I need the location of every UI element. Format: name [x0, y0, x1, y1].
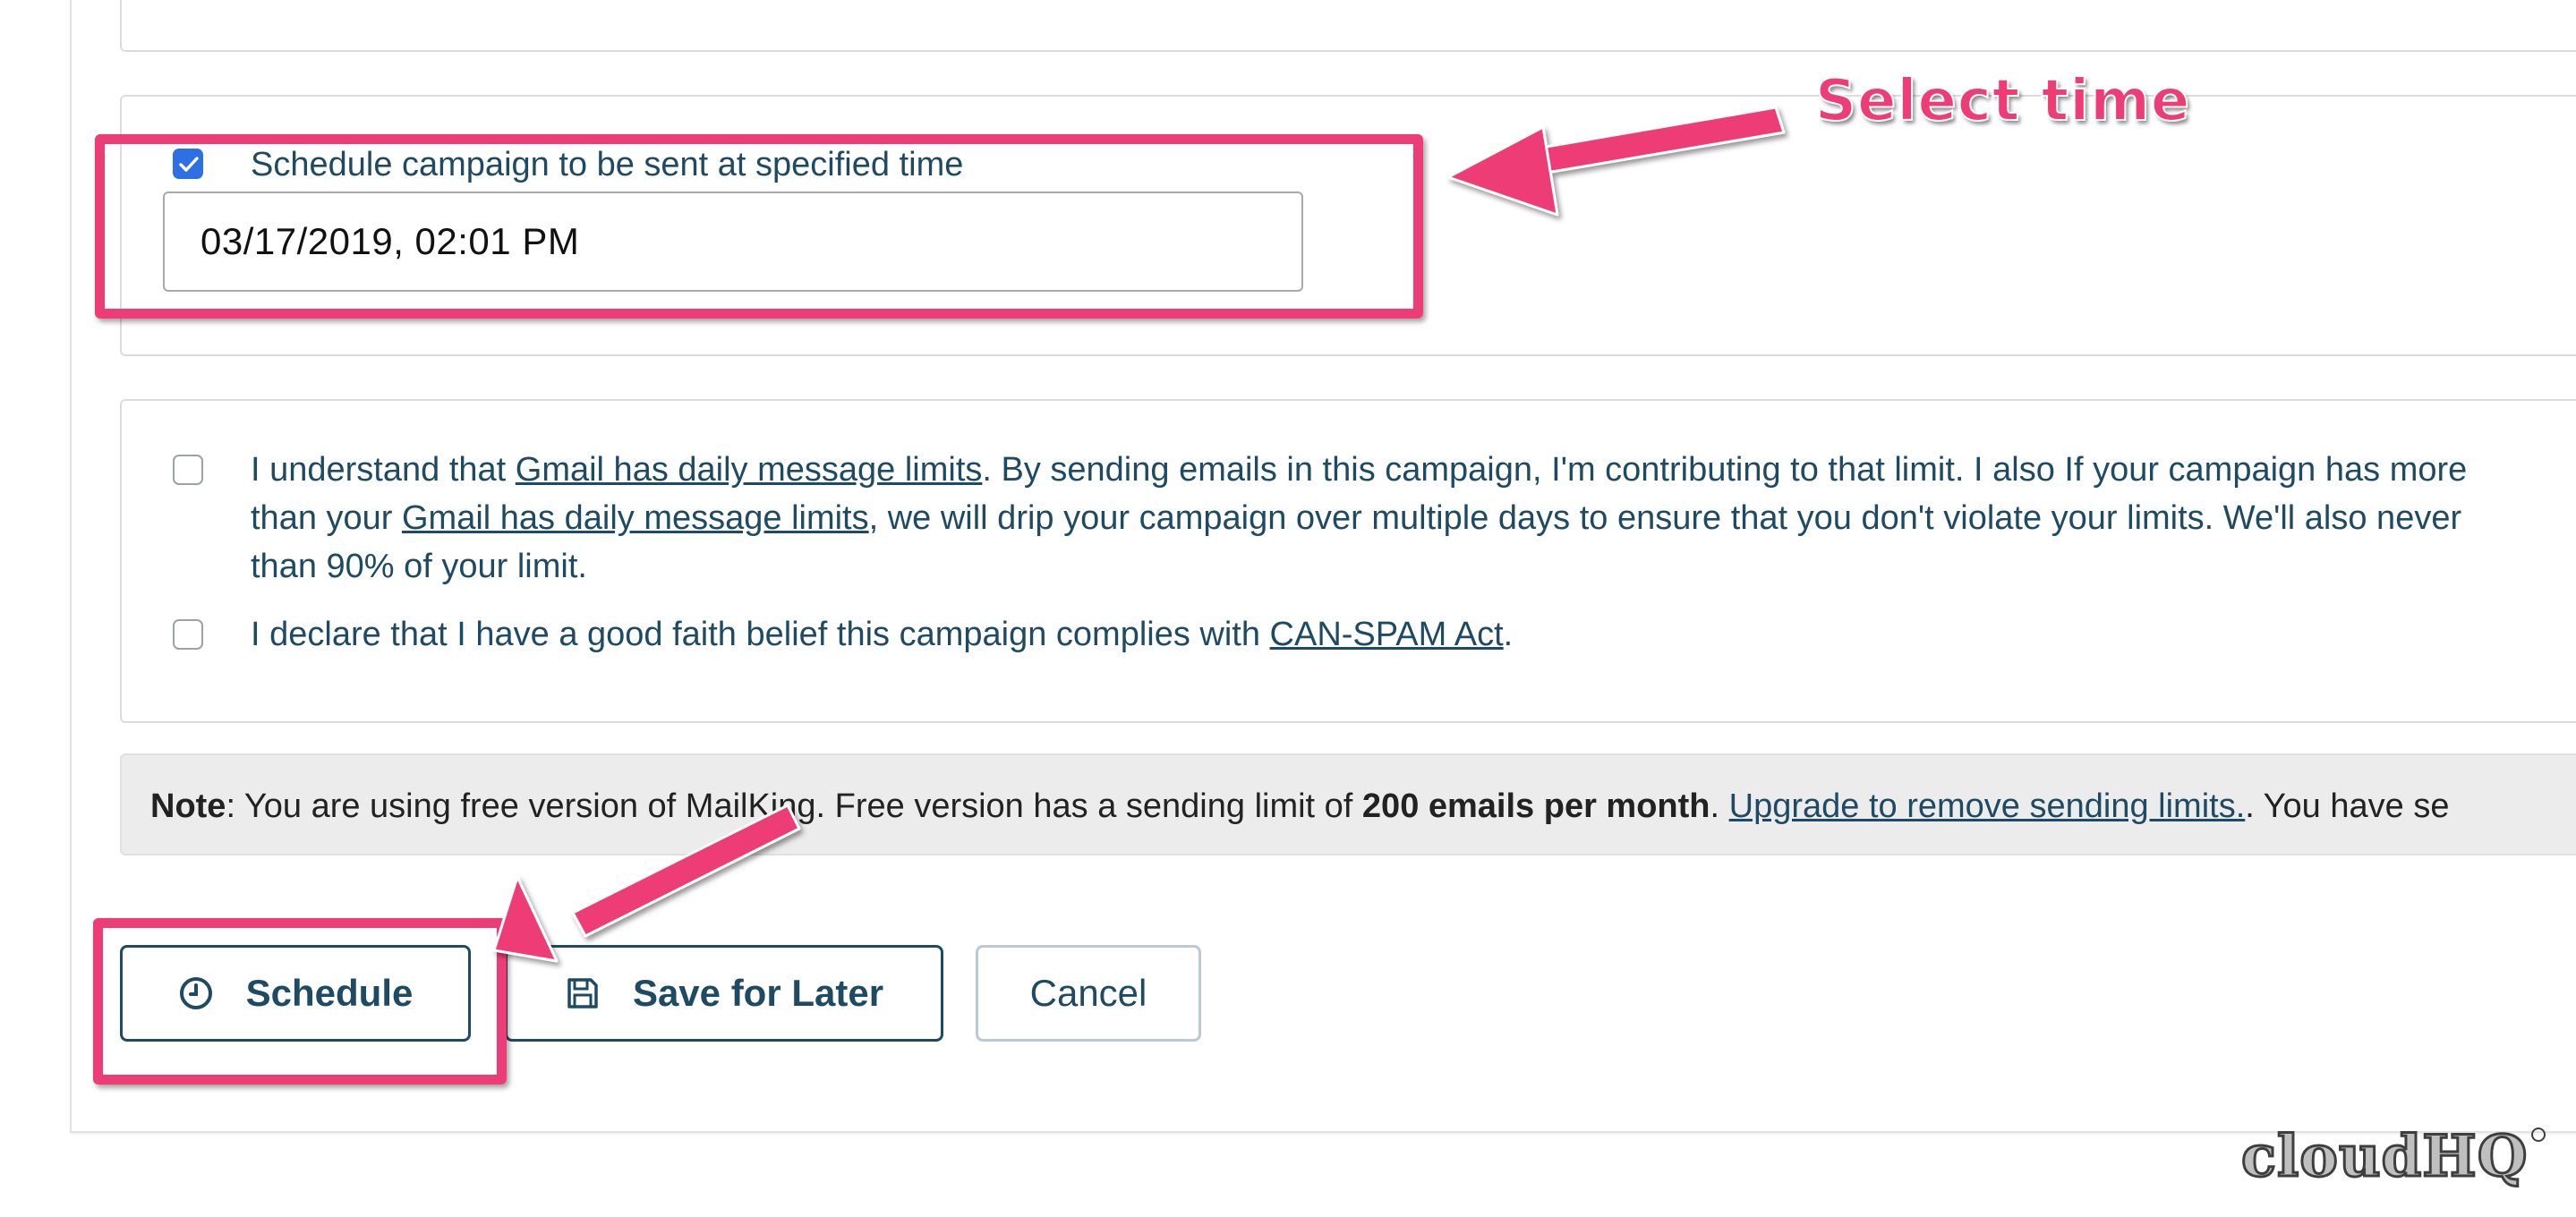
schedule-button-label: Schedule [245, 972, 414, 1014]
schedule-checkbox[interactable] [173, 149, 203, 179]
terms-text: I understand that [251, 451, 516, 489]
note-limit: 200 emails per month [1361, 787, 1710, 825]
campaign-send-page: Schedule campaign to be sent at specifie… [0, 0, 2576, 1217]
cancel-button-label: Cancel [1029, 972, 1147, 1014]
gmail-limits-link[interactable]: Gmail has daily message limits [516, 451, 983, 489]
schedule-datetime-input[interactable] [163, 191, 1303, 292]
cancel-button[interactable]: Cancel [976, 945, 1201, 1042]
gmail-limits-line-2: than your Gmail has daily message limits… [251, 494, 2461, 542]
note-text: . [1710, 787, 1729, 825]
canspam-declaration: I declare that I have a good faith belie… [251, 610, 1513, 659]
note-label: Note [150, 787, 226, 825]
canspam-link[interactable]: CAN-SPAM Act [1270, 616, 1504, 653]
gmail-limits-checkbox[interactable] [173, 455, 203, 485]
svg-text:cloudHQ: cloudHQ [2241, 1123, 2528, 1190]
save-for-later-button[interactable]: Save for Later [505, 945, 943, 1042]
schedule-checkbox-label: Schedule campaign to be sent at specifie… [251, 146, 964, 183]
cloudhq-watermark-logo: cloudHQ [2240, 1122, 2546, 1192]
top-panel-partial [120, 0, 2576, 52]
checkmark-icon [179, 157, 199, 172]
terms-text: I declare that I have a good faith belie… [251, 616, 1270, 653]
gmail-limits-line-3: than 90% of your limit. [251, 548, 587, 585]
terms-text: . By sending emails in this campaign, I'… [982, 451, 2468, 489]
clock-icon [178, 975, 214, 1011]
gmail-limits-link-2[interactable]: Gmail has daily message limits [402, 499, 869, 537]
terms-text: . [1503, 616, 1514, 653]
canspam-checkbox[interactable] [173, 619, 203, 650]
upgrade-link[interactable]: Upgrade to remove sending limits. [1729, 787, 2246, 825]
note-text: . You have se [2245, 787, 2450, 825]
terms-text: , we will drip your campaign over multip… [868, 499, 2462, 537]
free-version-note: Note: You are using free version of Mail… [120, 753, 2576, 855]
gmail-limits-line-1: I understand that Gmail has daily messag… [251, 446, 2467, 494]
select-time-annotation: Select time [1814, 67, 2191, 135]
schedule-button[interactable]: Schedule [120, 945, 471, 1042]
save-for-later-label: Save for Later [632, 972, 884, 1014]
note-text: : You are using free version of MailKing… [226, 787, 1362, 825]
terms-text: than your [251, 499, 402, 537]
floppy-disk-icon [565, 975, 601, 1011]
